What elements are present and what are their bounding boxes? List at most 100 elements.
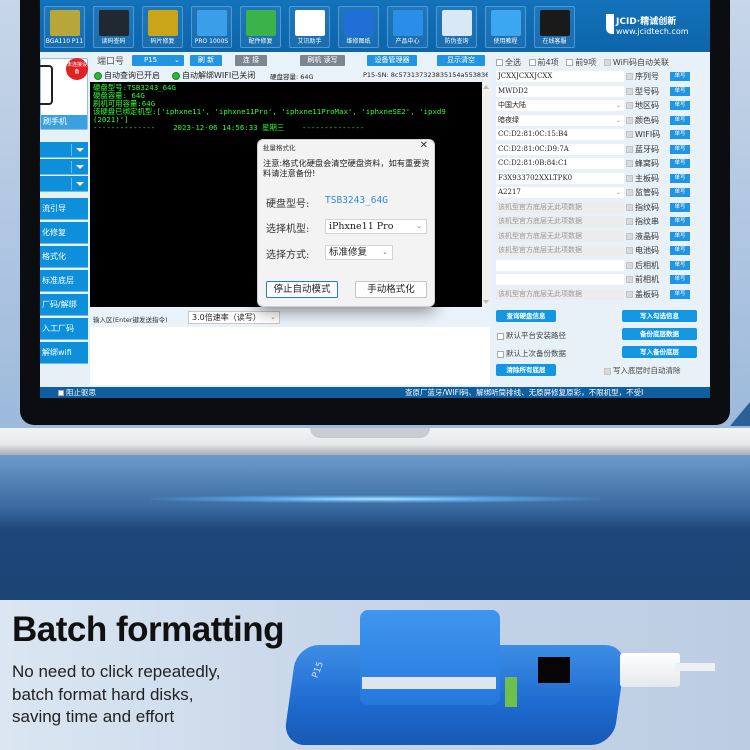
toolbar-button-1[interactable]: 读码查码 <box>93 6 134 48</box>
write-selected-button[interactable]: 写入勾选信息 <box>622 310 697 322</box>
clear-display-button[interactable]: 显示清空 <box>437 55 485 66</box>
connect-button[interactable]: 连 接 <box>235 55 267 66</box>
field-13[interactable] <box>496 259 624 271</box>
prevent-sleep-checkbox[interactable]: 阻止驱思 <box>58 387 96 398</box>
field-checkbox-1[interactable]: 型号码 <box>626 86 659 97</box>
single-write-button[interactable]: 单写 <box>670 115 690 125</box>
single-write-button[interactable]: 单写 <box>670 246 690 255</box>
field-0[interactable]: JCXXJCXXJCXX <box>496 71 624 82</box>
field-4[interactable]: CC:D2:81:0C:15:B4 <box>496 129 624 140</box>
sidebar-dropdown-1[interactable] <box>40 142 88 158</box>
scroll-down-icon[interactable] <box>483 300 489 304</box>
method-select[interactable]: 标准修复 ⌄ <box>325 245 393 260</box>
field-checkbox-2[interactable]: 地区码 <box>626 100 659 111</box>
field-2[interactable]: 中国大陆 ⌄ <box>496 100 624 111</box>
sidebar-item-factory-unbind[interactable]: 厂码/解绑 <box>40 294 88 316</box>
field-14[interactable] <box>496 274 624 285</box>
sidebar-dropdown-3[interactable] <box>40 176 88 192</box>
field-5[interactable]: CC:D2:81:0C:D9:7A <box>496 143 624 155</box>
auto-query-status[interactable]: 自动查询已开启 <box>94 70 160 81</box>
single-write-button[interactable]: 单写 <box>670 275 690 284</box>
sidebar-item-write-factory[interactable]: 入工厂码 <box>40 318 88 340</box>
toolbar-button-2[interactable]: 码片修复 <box>142 6 183 48</box>
port-select[interactable]: P15 ⌄ <box>132 55 184 66</box>
checkbox-icon <box>626 189 633 196</box>
single-write-button[interactable]: 单写 <box>670 188 690 197</box>
single-write-button[interactable]: 单写 <box>670 217 690 226</box>
field-checkbox-9[interactable]: 指纹码 <box>626 202 659 213</box>
field-checkbox-10[interactable]: 指纹串 <box>626 216 659 227</box>
brand-url[interactable]: www.jcidtech.com <box>616 27 689 36</box>
sidebar-item-format[interactable]: 格式化 <box>40 246 88 268</box>
clear-all-base-button[interactable]: 清除所有底层 <box>496 364 556 376</box>
wifi-auto-link-checkbox[interactable]: WiFi码自动关联 <box>603 58 669 67</box>
model-select[interactable]: iPhxne11 Pro ⌄ <box>325 219 427 234</box>
toolbar-button-7[interactable]: 产品中心 <box>387 6 428 48</box>
single-write-button[interactable]: 单写 <box>670 130 690 139</box>
sidebar-item-standard-base[interactable]: 标准底层 <box>40 270 88 292</box>
default-install-path-checkbox[interactable]: 默认平台安装路径 <box>497 330 566 341</box>
field-6[interactable]: CC:D2:81:0B:84:C1 <box>496 158 624 169</box>
sidebar-item-unbind-wifi[interactable]: 解绑wifi <box>40 342 88 364</box>
toolbar-button-8[interactable]: 防伪查询 <box>436 6 477 48</box>
toolbar-button-3[interactable]: PRO 1000S <box>191 6 232 48</box>
toolbar-button-5[interactable]: 艾讯助手 <box>289 6 330 48</box>
single-write-button[interactable]: 单写 <box>670 72 690 81</box>
single-write-button[interactable]: 单写 <box>670 231 690 241</box>
scroll-up-icon[interactable] <box>483 85 489 89</box>
toolbar-button-4[interactable]: 配件修复 <box>240 6 281 48</box>
single-write-button[interactable]: 单写 <box>670 202 690 212</box>
usb-connector <box>620 653 680 687</box>
auto-unbind-status[interactable]: 自动解绑WIFI已关闭 <box>172 70 255 81</box>
single-write-button[interactable]: 单写 <box>670 289 690 299</box>
default-last-backup-checkbox[interactable]: 默认上次备份数据 <box>497 348 566 359</box>
toolbar-button-9[interactable]: 使用教程 <box>485 6 526 48</box>
field-8[interactable]: A2217 ⌄ <box>496 187 624 198</box>
write-backup-button[interactable]: 写入备份底层 <box>622 346 697 358</box>
field-checkbox-11[interactable]: 液晶码 <box>626 231 659 242</box>
field-checkbox-12[interactable]: 电池码 <box>626 245 659 256</box>
manual-format-button[interactable]: 手动格式化 <box>355 281 427 298</box>
field-checkbox-5[interactable]: 蓝牙码 <box>626 144 659 155</box>
stop-auto-mode-button[interactable]: 停止自动模式 <box>266 281 338 298</box>
first4-checkbox[interactable]: 前4项 <box>528 58 559 67</box>
backup-base-button[interactable]: 备份底层数据 <box>622 328 697 340</box>
field-checkbox-3[interactable]: 颜色码 <box>626 115 659 126</box>
select-all-checkbox[interactable]: 全选 <box>496 58 521 67</box>
close-icon[interactable]: ✕ <box>420 140 428 151</box>
field-checkbox-8[interactable]: 监管码 <box>626 187 659 198</box>
single-write-button[interactable]: 单写 <box>670 260 690 270</box>
device-manager-button[interactable]: 设备管理器 <box>367 55 417 66</box>
command-input[interactable] <box>90 327 490 385</box>
first9-checkbox[interactable]: 前9项 <box>566 58 596 67</box>
field-1[interactable]: MWDD2 <box>496 85 624 97</box>
field-checkbox-0[interactable]: 序列号 <box>626 71 659 82</box>
refresh-button[interactable]: 刷 新 <box>190 55 222 66</box>
field-checkbox-14[interactable]: 前相机 <box>626 274 659 285</box>
toolbar-button-10[interactable]: 在线客服 <box>534 6 575 48</box>
field-checkbox-7[interactable]: 主板码 <box>626 173 659 184</box>
console-scrollbar[interactable] <box>482 82 490 307</box>
speed-select[interactable]: 3.0倍速率（读写） ⌄ <box>188 311 280 324</box>
toolbar-button-0[interactable]: BGA110 P11 <box>44 6 85 48</box>
field-label: 型号码 <box>635 86 659 96</box>
query-disk-button[interactable]: 查询硬盘信息 <box>496 310 556 322</box>
single-write-button[interactable]: 单写 <box>670 101 690 110</box>
sidebar-item-boot-guide[interactable]: 流引导 <box>40 198 88 220</box>
field-checkbox-6[interactable]: 蜂窝码 <box>626 158 659 169</box>
single-write-button[interactable]: 单写 <box>670 159 690 168</box>
field-7[interactable]: F3X933702XXLTPK0 <box>496 172 624 184</box>
sidebar-item-repair[interactable]: 化修复 <box>40 222 88 244</box>
flash-rw-button[interactable]: 刷机 读写 <box>300 55 345 66</box>
sidebar-dropdown-2[interactable] <box>40 159 88 175</box>
field-checkbox-4[interactable]: WIFI码 <box>626 129 660 140</box>
toolbar-button-6[interactable]: 维修图纸 <box>338 6 379 48</box>
field-checkbox-13[interactable]: 后相机 <box>626 260 659 271</box>
single-write-button[interactable]: 单写 <box>670 144 690 154</box>
field-checkbox-15[interactable]: 盖板码 <box>626 289 659 300</box>
auto-clear-checkbox[interactable]: 写入底层时自动清除 <box>604 365 681 376</box>
phone-caption[interactable]: 刷手机 <box>41 115 87 129</box>
field-3[interactable]: 暗夜绿 ⌄ <box>496 114 624 126</box>
single-write-button[interactable]: 单写 <box>670 86 690 96</box>
single-write-button[interactable]: 单写 <box>670 173 690 183</box>
